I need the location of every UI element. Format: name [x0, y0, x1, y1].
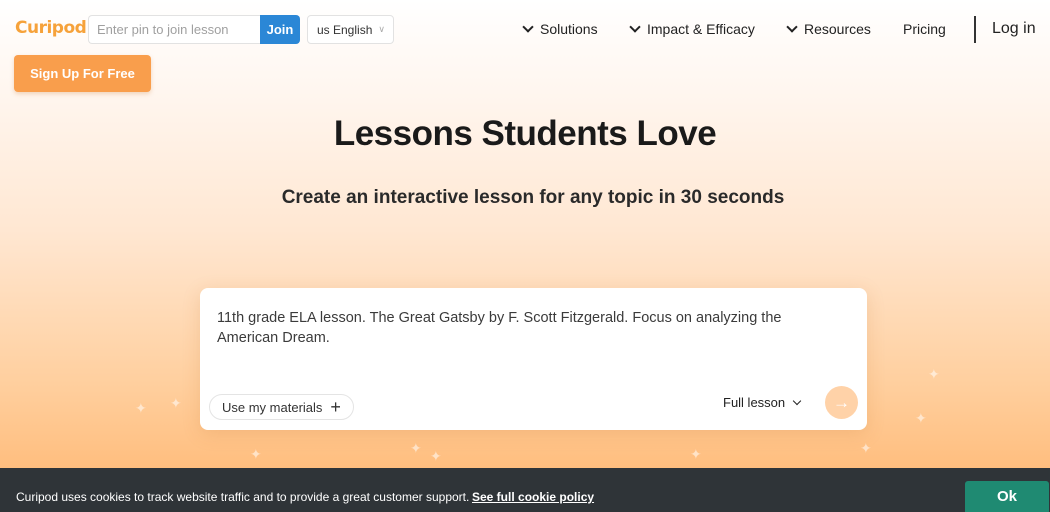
- nav-solutions-label: Solutions: [540, 21, 598, 37]
- nav-solutions[interactable]: Solutions: [522, 21, 598, 37]
- nav-resources[interactable]: Resources: [786, 21, 871, 37]
- sparkle-icon: ✦: [410, 440, 422, 456]
- nav-resources-label: Resources: [804, 21, 871, 37]
- site-header: Curipod Join us English ∨ Solutions Impa…: [0, 0, 1050, 60]
- nav-divider: [974, 16, 976, 43]
- sparkle-icon: ✦: [860, 440, 872, 456]
- lesson-prompt-card: 11th grade ELA lesson. The Great Gatsby …: [200, 288, 867, 430]
- generate-lesson-button[interactable]: →: [825, 386, 858, 419]
- use-materials-button[interactable]: Use my materials +: [209, 394, 354, 420]
- cookie-message: Curipod uses cookies to track website tr…: [16, 490, 470, 504]
- nav-pricing-label: Pricing: [903, 21, 946, 37]
- language-select[interactable]: us English ∨: [307, 15, 394, 44]
- hero-title: Lessons Students Love: [333, 114, 717, 153]
- chevron-down-icon: [629, 21, 641, 33]
- lesson-type-label: Full lesson: [723, 395, 786, 410]
- chevron-down-icon: [792, 396, 802, 405]
- chevron-down-icon: ∨: [378, 24, 385, 34]
- lesson-prompt-input[interactable]: 11th grade ELA lesson. The Great Gatsby …: [217, 308, 837, 348]
- sparkle-icon: ✦: [430, 448, 442, 464]
- nav-impact-efficacy[interactable]: Impact & Efficacy: [629, 21, 755, 37]
- chevron-down-icon: [522, 21, 534, 33]
- plus-icon: +: [330, 397, 341, 417]
- arrow-right-icon: →: [833, 392, 850, 412]
- cookie-policy-link[interactable]: See full cookie policy: [472, 490, 594, 504]
- sparkle-icon: ✦: [135, 400, 147, 416]
- language-label: us English: [317, 22, 373, 37]
- chevron-down-icon: [786, 21, 798, 33]
- hero-subtitle: Create an interactive lesson for any top…: [281, 187, 785, 208]
- sparkle-icon: ✦: [915, 410, 927, 426]
- lesson-type-select[interactable]: Full lesson: [723, 395, 802, 410]
- join-button[interactable]: Join: [260, 15, 300, 44]
- nav-pricing[interactable]: Pricing: [903, 21, 946, 37]
- cookie-banner: Curipod uses cookies to track website tr…: [0, 468, 1050, 512]
- cookie-ok-button[interactable]: Ok: [965, 481, 1049, 512]
- use-materials-label: Use my materials: [222, 399, 323, 415]
- join-pin-input[interactable]: [88, 15, 260, 44]
- signup-button[interactable]: Sign Up For Free: [14, 55, 151, 92]
- sparkle-icon: ✦: [928, 366, 940, 382]
- sparkle-icon: ✦: [690, 446, 702, 462]
- sparkle-icon: ✦: [250, 446, 262, 462]
- nav-impact-label: Impact & Efficacy: [647, 21, 755, 37]
- login-link[interactable]: Log in: [992, 20, 1036, 38]
- curipod-logo[interactable]: Curipod: [15, 18, 87, 38]
- sparkle-icon: ✦: [170, 395, 182, 411]
